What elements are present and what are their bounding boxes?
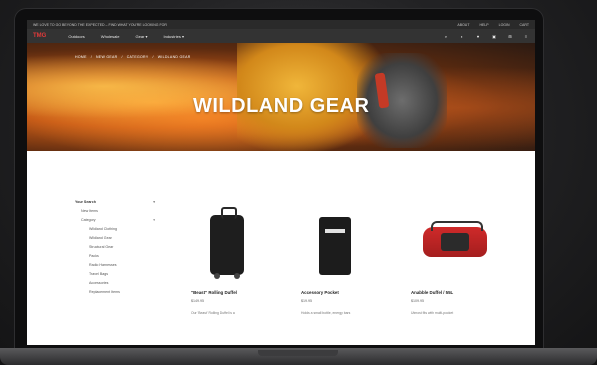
sidebar-item-label: Replacement Items xyxy=(89,289,120,294)
product-name[interactable]: Accessory Pocket xyxy=(301,290,401,295)
nav-icons: ⌕ ◐ ♥ ▣ ⊞ ≡ xyxy=(443,34,529,39)
product-image-rolling-duffel[interactable] xyxy=(210,207,244,279)
product-name[interactable]: Anabble Duffel / 55L xyxy=(411,290,511,295)
hero-banner: HOME / NEW GEAR / CATEGORY / WILDLAND GE… xyxy=(27,43,535,151)
wheel-icon xyxy=(234,273,240,279)
product-description: Our 'Beast' Rolling Duffel is a xyxy=(191,311,235,315)
sidebar-item-packs[interactable]: Packs xyxy=(75,251,155,260)
top-link-help[interactable]: HELP xyxy=(479,23,488,27)
product-image-accessory-pocket[interactable] xyxy=(319,217,351,275)
browser-screen: WE LOVE TO GO BEYOND THE EXPECTED – FIND… xyxy=(27,20,535,345)
product-image-anabble-duffel[interactable] xyxy=(423,221,487,257)
laptop-notch xyxy=(258,350,338,356)
search-icon[interactable]: ⌕ xyxy=(443,34,449,39)
main-navbar: TMG Outdoors Wholesale Gear ▾ Industries… xyxy=(27,29,535,43)
sidebar-item-label: Radio Harnesses xyxy=(89,262,117,267)
product-card[interactable]: Anabble Duffel / 55L $109.95 Utmost fits… xyxy=(411,290,511,315)
sidebar-item-your-search[interactable]: Your Search ▾ xyxy=(75,197,155,206)
bag-icon[interactable]: ▣ xyxy=(491,34,497,39)
breadcrumb-new-gear[interactable]: NEW GEAR xyxy=(96,55,117,59)
announcement-text: WE LOVE TO GO BEYOND THE EXPECTED – FIND… xyxy=(33,22,167,27)
breadcrumb-wildland-gear: WILDLAND GEAR xyxy=(157,55,191,59)
breadcrumb: HOME / NEW GEAR / CATEGORY / WILDLAND GE… xyxy=(75,55,191,59)
sidebar-item-radio-harnesses[interactable]: Radio Harnesses xyxy=(75,260,155,269)
top-links: ABOUT HELP LOGIN CART xyxy=(457,23,529,27)
sidebar-item-replacement-items[interactable]: Replacement Items xyxy=(75,287,155,296)
sidebar-item-wildland-clothing[interactable]: Wildland Clothing xyxy=(75,224,155,233)
cart-icon[interactable]: ⊞ xyxy=(507,34,513,39)
product-card[interactable]: Accessory Pocket $19.95 Holds a small bo… xyxy=(301,290,401,315)
sidebar-item-travel-bags[interactable]: Travel Bags xyxy=(75,269,155,278)
sidebar-item-category[interactable]: Category ▾ xyxy=(75,215,155,224)
product-description: Holds a small bottle, energy bars xyxy=(301,311,351,315)
filter-sidebar: Your Search ▾ New Items Category ▾ Wildl… xyxy=(75,197,155,296)
pocket-tag xyxy=(325,229,345,233)
product-price: $19.95 xyxy=(301,299,312,303)
nav-items: Outdoors Wholesale Gear ▾ Industries ▾ xyxy=(68,34,184,39)
product-description: Utmost fits with multi-pocket xyxy=(411,311,454,315)
main-content: Your Search ▾ New Items Category ▾ Wildl… xyxy=(27,151,535,345)
sidebar-item-label: Wildland Clothing xyxy=(89,226,117,231)
product-grid: "Beast" Rolling Duffel $149.95 Our 'Beas… xyxy=(183,151,513,345)
sidebar-item-label: New Items xyxy=(81,208,98,213)
wheel-icon xyxy=(214,273,220,279)
nav-item-outdoors[interactable]: Outdoors xyxy=(68,34,84,39)
top-link-login[interactable]: LOGIN xyxy=(499,23,510,27)
sidebar-item-label: Category xyxy=(81,217,96,222)
chevron-down-icon: ▾ xyxy=(153,217,155,222)
sidebar-item-label: Packs xyxy=(89,253,99,258)
chevron-down-icon: ▾ xyxy=(153,199,155,204)
sidebar-item-label: Wildland Gear xyxy=(89,235,112,240)
breadcrumb-home[interactable]: HOME xyxy=(75,55,87,59)
heart-icon[interactable]: ♥ xyxy=(475,34,481,39)
product-card[interactable]: "Beast" Rolling Duffel $149.95 Our 'Beas… xyxy=(191,290,291,315)
product-price: $109.95 xyxy=(411,299,424,303)
product-price: $149.95 xyxy=(191,299,204,303)
breadcrumb-sep: / xyxy=(121,55,123,59)
hero-backpack xyxy=(357,53,447,148)
sidebar-item-accessories[interactable]: Accessories xyxy=(75,278,155,287)
menu-icon[interactable]: ≡ xyxy=(523,34,529,39)
sidebar-item-label: Accessories xyxy=(89,280,109,285)
user-icon[interactable]: ◐ xyxy=(459,34,465,39)
page-title: WILDLAND GEAR xyxy=(193,95,370,117)
sidebar-item-label: Travel Bags xyxy=(89,271,109,276)
sidebar-item-label: Your Search xyxy=(75,199,96,204)
product-name[interactable]: "Beast" Rolling Duffel xyxy=(191,290,291,295)
nav-item-industries[interactable]: Industries ▾ xyxy=(164,34,184,39)
sidebar-item-wildland-gear[interactable]: Wildland Gear xyxy=(75,233,155,242)
breadcrumb-sep: / xyxy=(90,55,92,59)
strap-icon xyxy=(431,221,483,231)
breadcrumb-sep: / xyxy=(152,55,154,59)
sidebar-item-new-items[interactable]: New Items xyxy=(75,206,155,215)
panel-icon xyxy=(441,233,469,251)
handle-icon xyxy=(221,207,237,219)
top-link-about[interactable]: ABOUT xyxy=(457,23,469,27)
nav-item-wholesale[interactable]: Wholesale xyxy=(101,34,120,39)
breadcrumb-category[interactable]: CATEGORY xyxy=(127,55,149,59)
nav-item-gear[interactable]: Gear ▾ xyxy=(135,34,147,39)
sidebar-item-label: Structural Gear xyxy=(89,244,114,249)
top-link-cart[interactable]: CART xyxy=(520,23,529,27)
top-announcement-bar: WE LOVE TO GO BEYOND THE EXPECTED – FIND… xyxy=(27,20,535,29)
brand-logo[interactable]: TMG xyxy=(33,33,46,39)
sidebar-item-structural-gear[interactable]: Structural Gear xyxy=(75,242,155,251)
